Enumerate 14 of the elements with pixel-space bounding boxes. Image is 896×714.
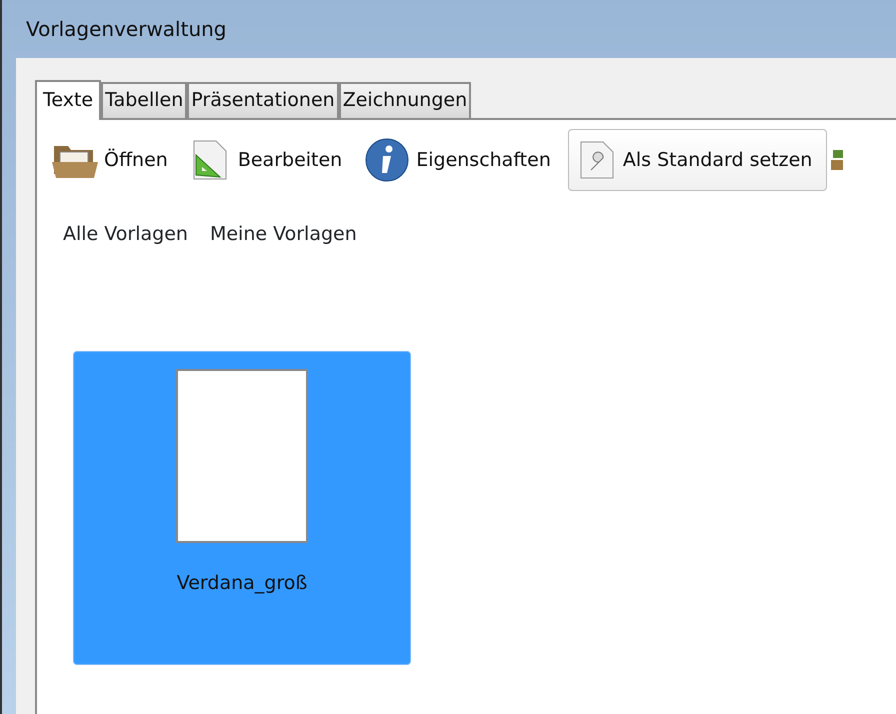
tab[interactable]: Zeichnungen (338, 82, 472, 118)
filter-link[interactable]: Alle Vorlagen (63, 220, 188, 248)
template-name: Verdana_groß (176, 570, 308, 596)
toolbar-button[interactable]: Bearbeiten (184, 134, 356, 186)
info-icon (364, 137, 410, 183)
toolbar-button[interactable]: Öffnen (47, 135, 181, 185)
filter-link[interactable]: Meine Vorlagen (210, 220, 357, 248)
tab[interactable]: Texte (35, 80, 102, 120)
tab[interactable]: Präsentationen (187, 82, 339, 118)
toolbar-button[interactable]: Als Standard setzen (568, 129, 828, 191)
template-item[interactable]: Verdana_groß (73, 350, 411, 664)
tab[interactable]: Tabellen (101, 82, 188, 118)
toolbar-button[interactable]: Eigenschaften (359, 132, 564, 188)
window-title: Vorlagenverwaltung (26, 16, 226, 43)
